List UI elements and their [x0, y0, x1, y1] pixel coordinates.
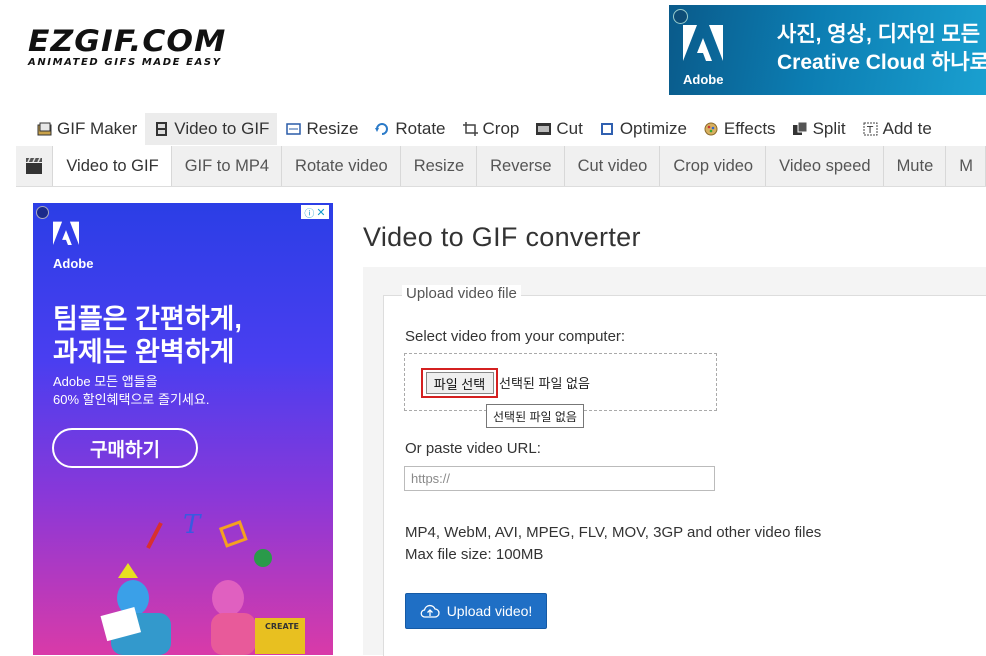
adobe-logo: Adobe: [53, 221, 93, 271]
cut-icon: [536, 123, 552, 135]
svg-text:T: T: [183, 510, 202, 540]
resize-icon: [286, 123, 302, 135]
nav-optimize[interactable]: Optimize: [591, 113, 695, 145]
tab-video-speed[interactable]: Video speed: [766, 146, 884, 186]
nav-label: Crop: [482, 119, 520, 138]
ad-privacy-icon[interactable]: [36, 206, 49, 219]
banner-line-2: Creative Cloud 하나로!: [777, 51, 986, 74]
site-logo[interactable]: EZGIF.COM ANIMATED GIFS MADE EASY: [28, 26, 225, 68]
ad-headline-1: 팀플은 간편하게,: [53, 304, 242, 334]
file-status-text: 선택된 파일 없음: [499, 376, 590, 391]
nav-effects[interactable]: Effects: [695, 113, 784, 145]
ad-body: Adobe 모든 앱들을 60% 할인혜택으로 즐기세요.: [53, 373, 209, 409]
formats-text: MP4, WebM, AVI, MPEG, FLV, MOV, 3GP and …: [405, 524, 822, 541]
tab-cut-video[interactable]: Cut video: [565, 146, 661, 186]
banner-brand: Adobe: [683, 72, 724, 87]
nav-add-text[interactable]: T Add te: [854, 113, 940, 145]
select-file-label: Select video from your computer:: [405, 328, 626, 345]
ad-close-icon[interactable]: ✕: [316, 206, 325, 219]
ad-illustration: T CREATE: [100, 510, 305, 655]
effects-icon: [704, 122, 718, 136]
ad-brand: Adobe: [53, 256, 94, 271]
gif-maker-icon: [37, 122, 52, 136]
banner-text: 사진, 영상, 디자인 모든 것 Creative Cloud 하나로!: [777, 21, 986, 77]
nav-label: Split: [812, 119, 846, 138]
tab-crop-video[interactable]: Crop video: [660, 146, 767, 186]
ad-headline-2: 과제는 완벽하게: [53, 337, 235, 367]
clapperboard-icon: [16, 146, 52, 186]
ad-info-icon[interactable]: ⓘ ✕: [301, 205, 329, 220]
nav-cut[interactable]: Cut: [527, 113, 590, 145]
video-url-input[interactable]: [404, 466, 715, 491]
nav-resize[interactable]: Resize: [277, 113, 366, 145]
sidebar-ad[interactable]: ⓘ ✕ Adobe 팀플은 간편하게, 과제는 완벽하게 Adobe 모든 앱들…: [33, 203, 333, 655]
nav-label: Resize: [306, 119, 359, 138]
file-choose-button-label: 파일 선택: [425, 372, 494, 394]
svg-text:T: T: [866, 125, 874, 136]
tab-reverse[interactable]: Reverse: [477, 146, 565, 186]
adobe-icon: [683, 25, 723, 61]
nav-label: Effects: [723, 119, 776, 138]
optimize-icon: [600, 123, 613, 135]
cloud-upload-icon: [420, 604, 440, 618]
nav-split[interactable]: Split: [784, 113, 854, 145]
ad-privacy-icon[interactable]: [673, 9, 688, 24]
ad-body-2: 60% 할인혜택으로 즐기세요.: [53, 392, 210, 407]
add-text-icon: T: [863, 122, 878, 136]
upload-video-button[interactable]: Upload video!: [405, 593, 547, 629]
adobe-logo: Adobe: [683, 25, 731, 87]
svg-text:CREATE: CREATE: [265, 622, 299, 631]
nav-gif-maker[interactable]: GIF Maker: [28, 113, 145, 145]
tab-rotate-video[interactable]: Rotate video: [282, 146, 401, 186]
nav-label: Add te: [882, 119, 932, 138]
tab-resize[interactable]: Resize: [401, 146, 478, 186]
nav-video-to-gif[interactable]: Video to GIF: [145, 113, 278, 145]
nav-label: Optimize: [619, 119, 687, 138]
split-icon: [792, 122, 808, 135]
adobe-icon: [53, 221, 79, 246]
max-size-text: Max file size: 100MB: [405, 546, 544, 563]
tab-mute[interactable]: Mute: [884, 146, 947, 186]
tab-more[interactable]: M: [946, 146, 986, 186]
crop-icon: [462, 122, 478, 136]
upload-button-label: Upload video!: [446, 603, 533, 619]
tab-gif-to-mp4[interactable]: GIF to MP4: [172, 146, 283, 186]
fieldset-legend: Upload video file: [402, 285, 521, 302]
ad-body-1: Adobe 모든 앱들을: [53, 374, 158, 389]
page-title: Video to GIF converter: [363, 222, 641, 252]
nav-label: Video to GIF: [174, 119, 270, 138]
banner-ad[interactable]: Adobe 사진, 영상, 디자인 모든 것 Creative Cloud 하나…: [669, 5, 986, 95]
nav-label: GIF Maker: [57, 119, 138, 138]
main-nav: GIF Maker Video to GIF Resize Rotate Cro…: [28, 113, 940, 145]
rotate-icon: [375, 123, 389, 135]
nav-label: Cut: [556, 119, 583, 138]
ad-headline: 팀플은 간편하게, 과제는 완벽하게: [53, 303, 242, 369]
ad-info-glyph-icon: ⓘ: [304, 208, 315, 220]
logo-text: EZGIF.COM: [28, 24, 227, 58]
file-choose-button[interactable]: 파일 선택: [421, 368, 498, 398]
url-label: Or paste video URL:: [405, 440, 541, 457]
banner-line-1: 사진, 영상, 디자인 모든 것: [777, 23, 986, 46]
nav-crop[interactable]: Crop: [454, 113, 528, 145]
tab-video-to-gif[interactable]: Video to GIF: [52, 146, 172, 186]
nav-label: Rotate: [395, 119, 446, 138]
nav-rotate[interactable]: Rotate: [366, 113, 453, 145]
file-tooltip: 선택된 파일 없음: [486, 404, 584, 428]
film-icon: [156, 122, 168, 136]
logo-tagline: ANIMATED GIFS MADE EASY: [28, 57, 222, 68]
ad-cta-button[interactable]: 구매하기: [52, 428, 198, 468]
sub-nav: Video to GIF GIF to MP4 Rotate video Res…: [16, 146, 986, 187]
